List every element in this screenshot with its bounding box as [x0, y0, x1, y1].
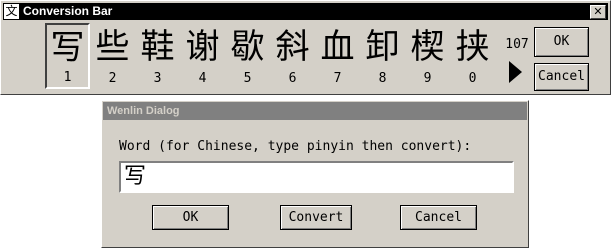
word-prompt-label: Word (for Chinese, type pinyin then conv… [119, 139, 472, 154]
conversion-cancel-button[interactable]: Cancel [534, 63, 589, 91]
candidate-char: 歇 [230, 27, 265, 67]
candidate-7[interactable]: 血 7 [315, 23, 360, 89]
conversion-bar-titlebar[interactable]: 文 Conversion Bar ✕ [3, 3, 608, 20]
candidate-key: 4 [198, 71, 207, 86]
more-candidates-button[interactable]: 107 [495, 23, 539, 89]
candidate-key: 6 [288, 71, 297, 86]
conversion-bar-window: 文 Conversion Bar ✕ 写 1 些 2 鞋 3 谢 4 歇 5 斜… [0, 0, 611, 95]
dialog-title: Wenlin Dialog [107, 105, 180, 117]
wenlin-dialog: Wenlin Dialog Word (for Chinese, type pi… [101, 100, 529, 248]
candidate-8[interactable]: 卸 8 [360, 23, 405, 89]
candidate-char: 卸 [365, 27, 400, 67]
candidate-3[interactable]: 鞋 3 [135, 23, 180, 89]
candidate-10[interactable]: 挟 0 [450, 23, 495, 89]
arrow-right-icon [509, 61, 522, 83]
candidate-list: 写 1 些 2 鞋 3 谢 4 歇 5 斜 6 血 7 卸 8 楔 9 挟 0 … [45, 23, 539, 91]
candidate-char: 些 [95, 27, 130, 67]
candidate-key: 2 [108, 71, 117, 86]
candidate-char: 写 [50, 28, 85, 68]
candidate-key: 8 [378, 71, 387, 86]
candidate-key: 0 [468, 71, 477, 86]
dialog-ok-button[interactable]: OK [152, 205, 229, 230]
dialog-cancel-button[interactable]: Cancel [400, 205, 477, 230]
candidate-char: 谢 [185, 27, 220, 67]
conversion-ok-button[interactable]: OK [534, 27, 589, 57]
candidate-1[interactable]: 写 1 [45, 23, 90, 89]
wenlin-app-icon: 文 [4, 4, 19, 19]
conversion-bar-title: Conversion Bar [23, 4, 113, 18]
candidate-9[interactable]: 楔 9 [405, 23, 450, 89]
candidate-key: 3 [153, 71, 162, 86]
candidate-6[interactable]: 斜 6 [270, 23, 315, 89]
candidate-key: 9 [423, 71, 432, 86]
candidate-char: 挟 [455, 27, 490, 67]
candidate-char: 鞋 [140, 27, 175, 67]
candidate-5[interactable]: 歇 5 [225, 23, 270, 89]
more-count: 107 [505, 37, 529, 52]
candidate-key: 5 [243, 71, 252, 86]
candidate-char: 斜 [275, 27, 310, 67]
dialog-titlebar[interactable]: Wenlin Dialog [103, 102, 527, 120]
candidate-key: 1 [63, 70, 72, 85]
convert-button[interactable]: Convert [280, 205, 352, 230]
candidate-4[interactable]: 谢 4 [180, 23, 225, 89]
candidate-2[interactable]: 些 2 [90, 23, 135, 89]
close-icon[interactable]: ✕ [590, 5, 606, 19]
candidate-char: 血 [320, 27, 355, 67]
word-input[interactable]: 写 [119, 161, 514, 193]
candidate-char: 楔 [410, 27, 445, 67]
candidate-key: 7 [333, 71, 342, 86]
